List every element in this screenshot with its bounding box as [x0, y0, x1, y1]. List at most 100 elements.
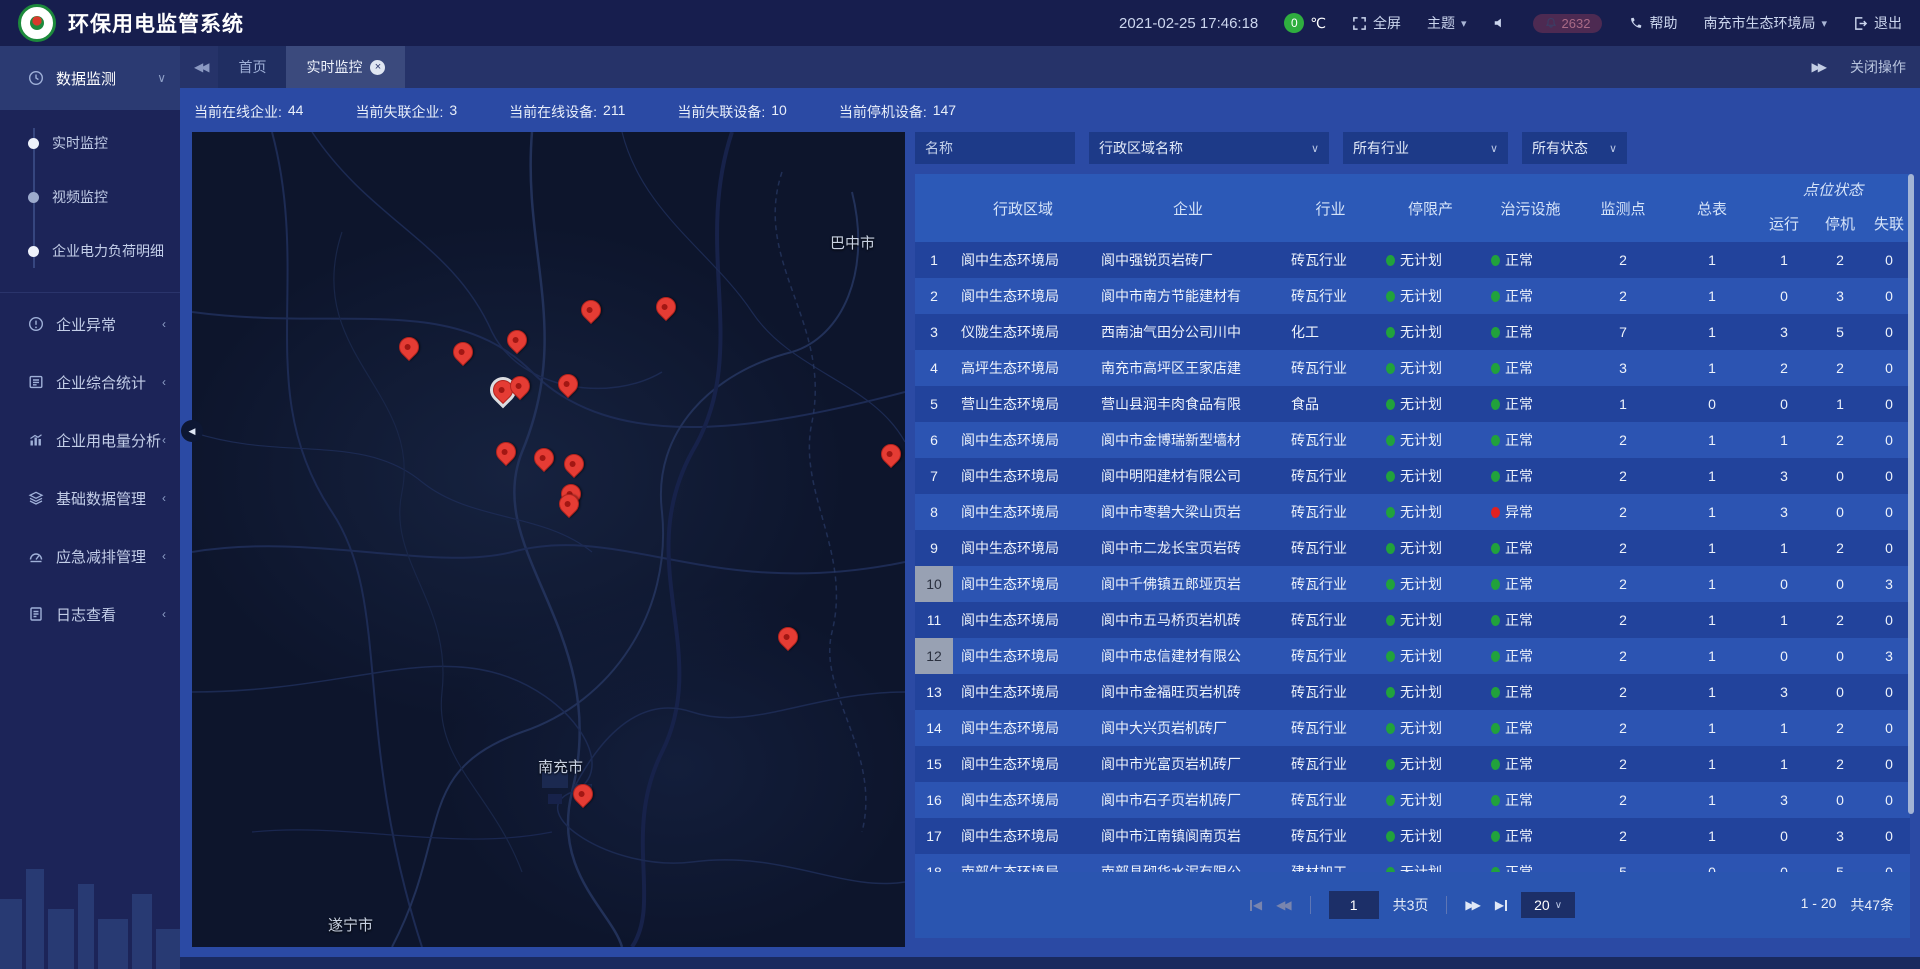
table-row[interactable]: 9 阆中生态环境局 阆中市二龙长宝页岩砖 砖瓦行业 无计划 正常 2 1 1 2…	[915, 530, 1910, 566]
table-row[interactable]: 16 阆中生态环境局 阆中市石子页岩机砖厂 砖瓦行业 无计划 正常 2 1 3 …	[915, 782, 1910, 818]
sidebar-item-realtime-monitor[interactable]: 实时监控	[0, 116, 180, 170]
cell-stopped: 0	[1812, 684, 1868, 700]
page-number-input[interactable]	[1329, 891, 1379, 919]
page-size-select[interactable]: 20∨	[1521, 892, 1575, 918]
cityscape-decoration	[0, 809, 180, 969]
org-dropdown[interactable]: 南充市生态环境局▾	[1703, 13, 1827, 33]
pagination-prev-button[interactable]: ◀◀	[1276, 898, 1291, 912]
tab-home[interactable]: 首页	[218, 46, 286, 88]
table-row[interactable]: 18 南部生态环境局 南部县砌华水泥有限公 建材加工 无计划 正常 5 0 0 …	[915, 854, 1910, 872]
table-row[interactable]: 15 阆中生态环境局 阆中市光富页岩机砖厂 砖瓦行业 无计划 正常 2 1 1 …	[915, 746, 1910, 782]
cell-company[interactable]: 阆中市忠信建材有限公	[1093, 646, 1283, 666]
notification-badge[interactable]: 2632	[1533, 14, 1603, 33]
cell-company[interactable]: 营山县润丰肉食品有限	[1093, 394, 1283, 414]
cell-company[interactable]: 阆中市光富页岩机砖厂	[1093, 754, 1283, 774]
cell-company[interactable]: 阆中市江南镇阆南页岩	[1093, 826, 1283, 846]
sidebar-item-company-statistics[interactable]: 企业综合统计 ‹	[0, 353, 180, 411]
sidebar-item-log-view[interactable]: 日志查看 ‹	[0, 585, 180, 643]
chevron-left-icon: ‹	[162, 317, 166, 331]
table-row[interactable]: 11 阆中生态环境局 阆中市五马桥页岩机砖 砖瓦行业 无计划 正常 2 1 1 …	[915, 602, 1910, 638]
tab-close-icon[interactable]: ×	[370, 60, 385, 75]
sidebar-item-base-data[interactable]: 基础数据管理 ‹	[0, 469, 180, 527]
status-select[interactable]: 所有状态∨	[1522, 132, 1627, 164]
industry-select[interactable]: 所有行业∨	[1343, 132, 1508, 164]
cell-running: 1	[1756, 612, 1812, 628]
cell-offline: 0	[1868, 360, 1910, 376]
cell-stopped: 3	[1812, 288, 1868, 304]
table-row[interactable]: 5 营山生态环境局 营山县润丰肉食品有限 食品 无计划 正常 1 0 0 1 0	[915, 386, 1910, 422]
cell-running: 0	[1756, 396, 1812, 412]
cell-company[interactable]: 阆中市五马桥页岩机砖	[1093, 610, 1283, 630]
table-row[interactable]: 8 阆中生态环境局 阆中市枣碧大梁山页岩 砖瓦行业 无计划 异常 2 1 3 0…	[915, 494, 1910, 530]
divider	[0, 292, 180, 293]
speaker-icon[interactable]	[1493, 16, 1507, 30]
table-row[interactable]: 6 阆中生态环境局 阆中市金博瑞新型墙材 砖瓦行业 无计划 正常 2 1 1 2…	[915, 422, 1910, 458]
sidebar-item-power-load-detail[interactable]: 企业电力负荷明细	[0, 224, 180, 278]
cell-company[interactable]: 阆中市南方节能建材有	[1093, 286, 1283, 306]
cell-region: 营山生态环境局	[953, 394, 1093, 414]
cell-company[interactable]: 阆中市金博瑞新型墙材	[1093, 430, 1283, 450]
pagination-next-button[interactable]: ▶▶	[1465, 898, 1480, 912]
table-row[interactable]: 10 阆中生态环境局 阆中千佛镇五郎垭页岩 砖瓦行业 无计划 正常 2 1 0 …	[915, 566, 1910, 602]
cell-company[interactable]: 阆中市石子页岩机砖厂	[1093, 790, 1283, 810]
facility-status-dot	[1491, 543, 1500, 554]
row-number: 16	[915, 782, 953, 818]
facility-status-dot	[1491, 435, 1500, 446]
cell-stopped: 3	[1812, 828, 1868, 844]
table-row[interactable]: 14 阆中生态环境局 阆中大兴页岩机砖厂 砖瓦行业 无计划 正常 2 1 1 2…	[915, 710, 1910, 746]
logout-icon	[1853, 16, 1868, 31]
cell-production: 无计划	[1378, 754, 1483, 774]
cell-running: 1	[1756, 252, 1812, 268]
theme-dropdown[interactable]: 主题▾	[1427, 13, 1467, 33]
cell-company[interactable]: 阆中千佛镇五郎垭页岩	[1093, 574, 1283, 594]
table-row[interactable]: 17 阆中生态环境局 阆中市江南镇阆南页岩 砖瓦行业 无计划 正常 2 1 0 …	[915, 818, 1910, 854]
stat-stopped-devices: 当前停机设备:147	[839, 102, 956, 122]
table-row[interactable]: 12 阆中生态环境局 阆中市忠信建材有限公 砖瓦行业 无计划 正常 2 1 0 …	[915, 638, 1910, 674]
tab-realtime-monitor[interactable]: 实时监控 ×	[286, 46, 405, 88]
help-button[interactable]: 帮助	[1628, 13, 1677, 33]
map-panel[interactable]: 巴中市南充市遂宁市	[192, 132, 905, 947]
cell-company[interactable]: 阆中明阳建材有限公司	[1093, 466, 1283, 486]
row-number: 13	[915, 674, 953, 710]
cell-meters: 0	[1668, 864, 1756, 872]
cell-company[interactable]: 阆中市枣碧大梁山页岩	[1093, 502, 1283, 522]
cell-offline: 0	[1868, 396, 1910, 412]
table-row[interactable]: 1 阆中生态环境局 阆中强锐页岩砖厂 砖瓦行业 无计划 正常 2 1 1 2 0	[915, 242, 1910, 278]
facility-status-dot	[1491, 327, 1500, 338]
sidebar-item-company-abnormal[interactable]: 企业异常 ‹	[0, 295, 180, 353]
name-search-input[interactable]	[915, 132, 1075, 164]
table-header: 行政区域 企业 行业 停限产 治污设施 监测点 总表 点位状态 运行 停机	[915, 174, 1910, 242]
table-scrollbar[interactable]	[1908, 174, 1914, 814]
pagination-first-button[interactable]: ◀	[1250, 898, 1262, 912]
cell-company[interactable]: 阆中强锐页岩砖厂	[1093, 250, 1283, 270]
cell-points: 2	[1578, 684, 1668, 700]
cell-company[interactable]: 西南油气田分公司川中	[1093, 322, 1283, 342]
row-number: 6	[915, 422, 953, 458]
sidebar-item-power-analysis[interactable]: 企业用电量分析 ‹	[0, 411, 180, 469]
pagination-last-button[interactable]: ▶	[1495, 898, 1507, 912]
sidebar-item-emergency-reduction[interactable]: 应急减排管理 ‹	[0, 527, 180, 585]
cell-company[interactable]: 阆中市二龙长宝页岩砖	[1093, 538, 1283, 558]
cell-company[interactable]: 南充市高坪区王家店建	[1093, 358, 1283, 378]
cell-stopped: 0	[1812, 504, 1868, 520]
cell-company[interactable]: 阆中市金福旺页岩机砖	[1093, 682, 1283, 702]
cell-facility: 正常	[1483, 466, 1578, 486]
tab-scroll-left-icon[interactable]: ◀◀	[194, 60, 206, 74]
cell-company[interactable]: 阆中大兴页岩机砖厂	[1093, 718, 1283, 738]
cell-region: 阆中生态环境局	[953, 790, 1093, 810]
fullscreen-button[interactable]: 全屏	[1352, 13, 1401, 33]
tab-scroll-right-icon[interactable]: ▶▶	[1812, 60, 1824, 74]
table-row[interactable]: 7 阆中生态环境局 阆中明阳建材有限公司 砖瓦行业 无计划 正常 2 1 3 0…	[915, 458, 1910, 494]
cell-production: 无计划	[1378, 322, 1483, 342]
map-collapse-toggle[interactable]: ◀	[181, 420, 203, 442]
cell-company[interactable]: 南部县砌华水泥有限公	[1093, 862, 1283, 872]
sidebar-item-data-monitor[interactable]: 数据监测 ∨	[0, 46, 180, 110]
table-row[interactable]: 2 阆中生态环境局 阆中市南方节能建材有 砖瓦行业 无计划 正常 2 1 0 3…	[915, 278, 1910, 314]
table-row[interactable]: 13 阆中生态环境局 阆中市金福旺页岩机砖 砖瓦行业 无计划 正常 2 1 3 …	[915, 674, 1910, 710]
region-select[interactable]: 行政区域名称∨	[1089, 132, 1329, 164]
close-operations-button[interactable]: 关闭操作	[1850, 57, 1906, 77]
sidebar-item-video-monitor[interactable]: 视频监控	[0, 170, 180, 224]
logout-button[interactable]: 退出	[1853, 13, 1902, 33]
table-row[interactable]: 3 仪陇生态环境局 西南油气田分公司川中 化工 无计划 正常 7 1 3 5 0	[915, 314, 1910, 350]
table-row[interactable]: 4 高坪生态环境局 南充市高坪区王家店建 砖瓦行业 无计划 正常 3 1 2 2…	[915, 350, 1910, 386]
